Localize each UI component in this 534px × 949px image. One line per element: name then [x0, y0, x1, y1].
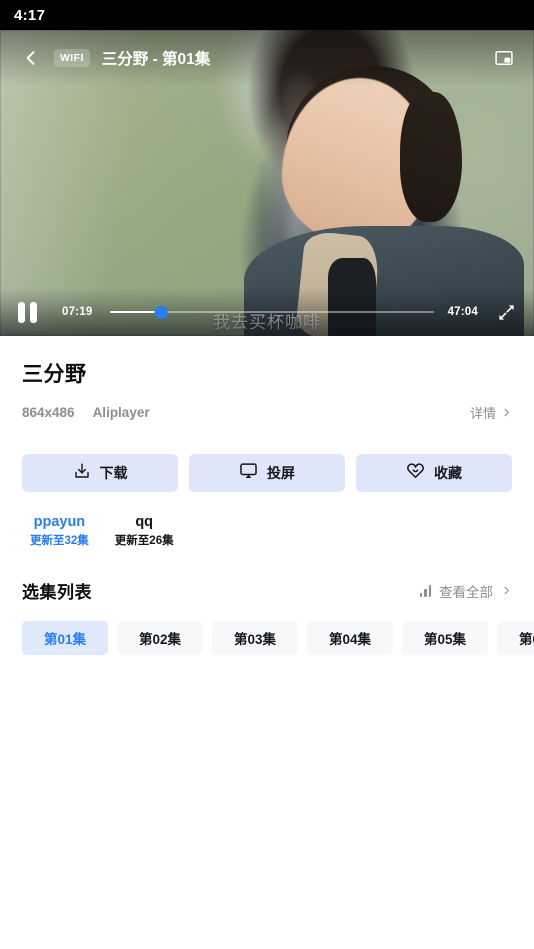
view-all-label: 查看全部 [439, 584, 493, 600]
cast-icon [239, 461, 258, 485]
source-tabs: ppayun 更新至32集 qq 更新至26集 [0, 492, 534, 548]
episode-section-header: 选集列表 查看全部 [0, 548, 534, 603]
episode-list[interactable]: 第01集 第02集 第03集 第04集 第05集 第06集 [0, 603, 534, 655]
picture-in-picture-icon[interactable] [488, 42, 520, 74]
fullscreen-icon[interactable] [492, 298, 520, 326]
source-update-label: 更新至32集 [30, 535, 89, 547]
progress-thumb[interactable] [154, 305, 167, 319]
player-name-label: Aliplayer [92, 405, 150, 420]
cast-button[interactable]: 投屏 [189, 454, 345, 492]
resolution-label: 864x486 [22, 405, 75, 420]
current-time-label: 07:19 [62, 306, 93, 318]
status-bar: 4:17 [0, 0, 534, 30]
total-time-label: 47:04 [447, 306, 478, 318]
media-meta-row: 864x486 Aliplayer 详情 [22, 403, 512, 422]
status-bar-time: 4:17 [14, 6, 46, 24]
media-info: 三分野 864x486 Aliplayer 详情 [0, 336, 534, 422]
pause-icon[interactable] [18, 301, 44, 323]
detail-link-label: 详情 [469, 406, 496, 421]
favorite-button[interactable]: 收藏 [356, 454, 512, 492]
player-top-bar: WIFI 三分野 - 第01集 [0, 30, 534, 86]
page-title: 三分野 [22, 363, 87, 386]
chevron-right-icon [504, 408, 509, 417]
episode-chip-3[interactable]: 第03集 [212, 621, 298, 655]
episode-chip-4[interactable]: 第04集 [307, 621, 393, 655]
episode-section-title: 选集列表 [22, 583, 92, 602]
player-title: 三分野 - 第01集 [101, 51, 211, 68]
player-controls: 07:19 47:04 [0, 288, 534, 336]
back-icon[interactable] [14, 41, 48, 75]
progress-bar[interactable] [110, 302, 434, 322]
chevron-right-icon [504, 586, 509, 595]
source-tab-ppayun[interactable]: ppayun 更新至32集 [30, 514, 89, 548]
heart-icon [406, 461, 425, 485]
cast-button-label: 投屏 [267, 465, 295, 481]
episode-chip-2[interactable]: 第02集 [117, 621, 203, 655]
episode-chip-5[interactable]: 第05集 [402, 621, 488, 655]
source-update-label: 更新至26集 [114, 535, 174, 547]
favorite-button-label: 收藏 [434, 465, 462, 481]
progress-fill [110, 310, 161, 314]
episode-chip-6[interactable]: 第06集 [497, 621, 534, 655]
source-name: ppayun [33, 514, 86, 530]
action-buttons: 下载 投屏 收藏 [0, 422, 534, 492]
source-tab-qq[interactable]: qq 更新至26集 [115, 514, 174, 548]
video-player[interactable]: WIFI 三分野 - 第01集 我去买杯咖啡 07:19 47:04 [0, 30, 534, 336]
download-button[interactable]: 下载 [22, 454, 178, 492]
detail-link[interactable]: 详情 [470, 403, 512, 422]
bars-icon [419, 584, 431, 597]
view-all-link[interactable]: 查看全部 [419, 581, 513, 601]
video-subject-hair-side [400, 92, 462, 222]
download-icon [73, 462, 91, 485]
download-button-label: 下载 [99, 465, 128, 481]
source-name: qq [135, 514, 154, 530]
episode-chip-1[interactable]: 第01集 [22, 621, 108, 655]
network-badge: WIFI [54, 49, 90, 67]
